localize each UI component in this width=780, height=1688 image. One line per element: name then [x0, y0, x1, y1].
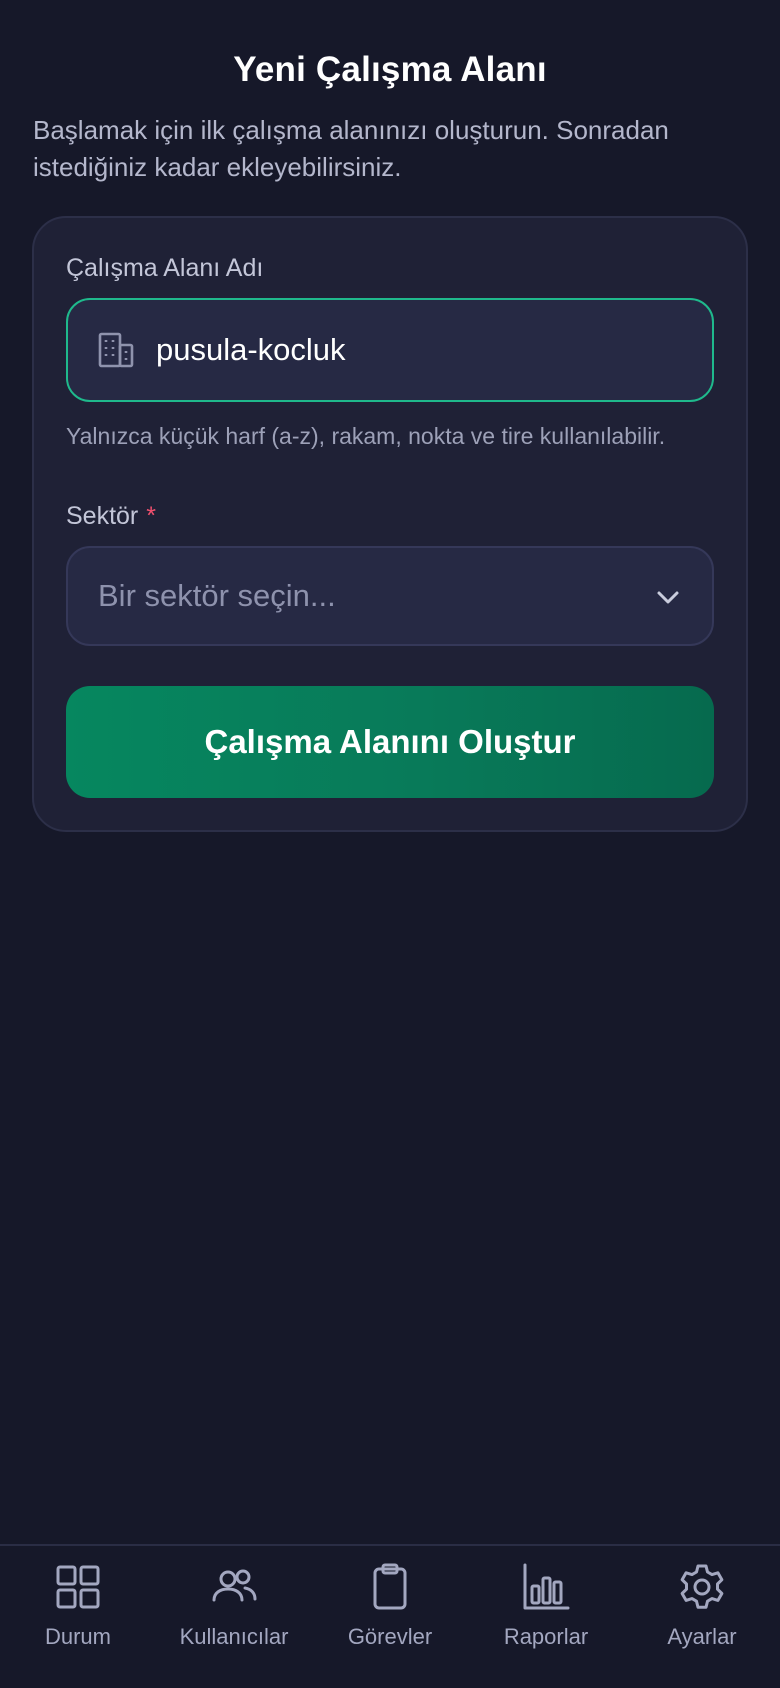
- chevron-down-icon: [657, 591, 679, 604]
- required-mark: *: [146, 502, 156, 530]
- workspace-create-screen: Yeni Çalışma Alanı Başlamak için ilk çal…: [0, 0, 780, 1688]
- tab-raporlar[interactable]: Raporlar: [468, 1560, 624, 1670]
- tab-label: Görevler: [347, 1624, 433, 1649]
- users-icon: [212, 1569, 257, 1602]
- clipboard-icon: [373, 1563, 407, 1610]
- grid-icon: [56, 1565, 100, 1609]
- sector-label: Sektör *: [66, 502, 156, 531]
- tab-durum[interactable]: Durum: [0, 1560, 156, 1670]
- tab-label: Kullanıcılar: [179, 1624, 289, 1649]
- gear-icon: [680, 1564, 724, 1609]
- bar-chart-icon: [523, 1563, 570, 1610]
- page-title: Yeni Çalışma Alanı: [233, 50, 547, 89]
- tab-label: Raporlar: [503, 1624, 589, 1649]
- tab-ayarlar[interactable]: Ayarlar: [624, 1560, 780, 1670]
- tab-gorevler[interactable]: Görevler: [312, 1560, 468, 1670]
- page-subtitle: Başlamak için ilk çalışma alanınızı oluş…: [33, 115, 669, 182]
- workspace-name-label: Çalışma Alanı Adı: [66, 254, 264, 282]
- sector-select[interactable]: Bir sektör seçin...: [66, 546, 714, 646]
- workspace-name-field[interactable]: [66, 298, 714, 402]
- tab-kullanicilar[interactable]: Kullanıcılar: [156, 1560, 312, 1670]
- tab-label: Ayarlar: [667, 1624, 737, 1649]
- workspace-name-hint: Yalnızca küçük harf (a-z), rakam, nokta …: [66, 423, 666, 449]
- create-workspace-button[interactable]: Çalışma Alanını Oluştur: [66, 686, 714, 798]
- bottom-tab-bar: Durum Kullanıcılar Görevler Raporlar Aya…: [0, 1544, 780, 1688]
- sector-label-text: Sektör: [66, 502, 139, 530]
- tab-label: Durum: [44, 1624, 111, 1649]
- workspace-name-input[interactable]: [156, 300, 696, 400]
- building-icon: [98, 332, 134, 368]
- sector-select-placeholder: Bir sektör seçin...: [98, 578, 336, 613]
